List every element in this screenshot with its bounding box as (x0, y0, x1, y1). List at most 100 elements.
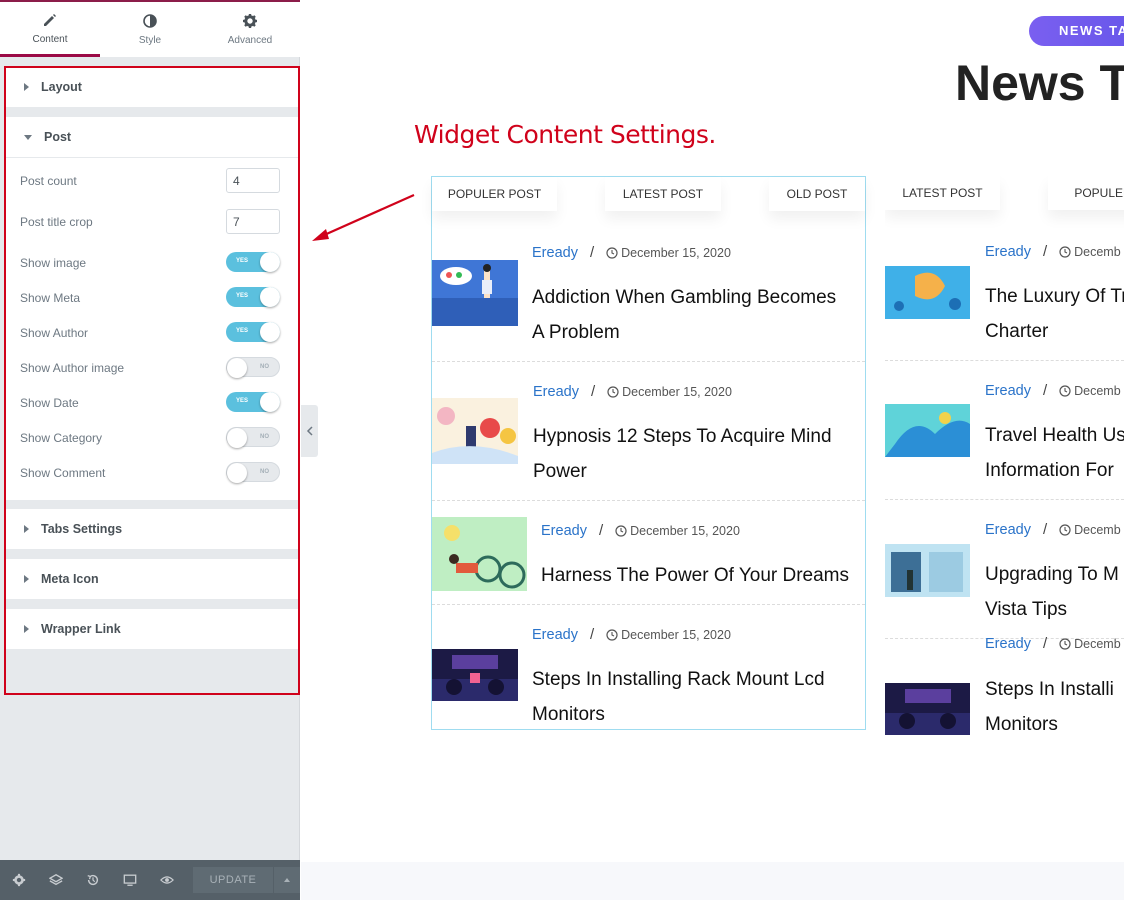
switch-state: YES (236, 328, 249, 334)
tab-content[interactable]: Content (0, 2, 100, 57)
post-author[interactable]: Eready (532, 245, 578, 261)
switch-state: NO (260, 434, 269, 440)
control-show-author-image: Show Author image NO (6, 351, 298, 386)
show-author-switch[interactable]: YES (226, 322, 280, 342)
post-title-line: Upgrading To M (985, 564, 1119, 585)
tab-populer-post[interactable]: POPULER (1048, 176, 1124, 210)
show-meta-switch[interactable]: YES (226, 287, 280, 307)
section-post-header[interactable]: Post (6, 117, 298, 157)
section-meta-icon-header[interactable]: Meta Icon (6, 559, 298, 599)
show-category-switch[interactable]: NO (226, 427, 280, 448)
tab-label: Style (138, 35, 162, 46)
clock-icon (1059, 384, 1071, 397)
post-title[interactable]: The Luxury Of Tr Charter (985, 279, 1124, 349)
post-image (885, 544, 970, 597)
responsive-button[interactable] (111, 860, 148, 900)
post-title[interactable]: Upgrading To M Vista Tips (985, 557, 1119, 627)
post-item: Eready / Decemb The Luxury Of Tr Charter (885, 223, 1124, 361)
post-author[interactable]: Eready (985, 383, 1031, 399)
post-item: Eready / December 15, 2020 Addiction Whe… (432, 224, 865, 362)
post-date: Decemb (1074, 244, 1121, 259)
update-button[interactable]: UPDATE (193, 867, 273, 893)
post-title-line: Information For (985, 460, 1114, 481)
control-show-image: Show image YES (6, 246, 298, 281)
section-tabs-settings-header[interactable]: Tabs Settings (6, 509, 298, 549)
tab-latest-post[interactable]: LATEST POST (605, 177, 721, 211)
post-controls: Post count Post title crop Show image YE… (6, 157, 298, 491)
editor-panel: Content Style Advanced Layout Post Post … (0, 0, 300, 900)
history-button[interactable] (74, 860, 111, 900)
post-thumbnail[interactable] (432, 649, 518, 701)
post-thumbnail[interactable] (432, 517, 527, 591)
clock-icon (606, 628, 618, 641)
tab-old-post[interactable]: OLD POST (769, 177, 865, 211)
tab-label: Advanced (227, 35, 273, 46)
post-meta: Eready / December 15, 2020 (533, 383, 732, 400)
pencil-icon (44, 13, 56, 26)
post-title-line: Vista Tips (985, 599, 1068, 620)
control-show-comment: Show Comment NO (6, 456, 298, 491)
control-label: Show image (20, 256, 87, 270)
tab-latest-post[interactable]: LATEST POST (885, 176, 1000, 210)
post-author[interactable]: Eready (532, 627, 578, 643)
tab-advanced[interactable]: Advanced (200, 2, 300, 57)
post-thumbnail[interactable] (432, 398, 518, 464)
section-wrapper-link: Wrapper Link (6, 609, 298, 649)
post-thumbnail[interactable] (885, 266, 970, 319)
tab-style[interactable]: Style (100, 2, 200, 57)
tab-label: Content (32, 33, 68, 45)
gear-icon (12, 873, 25, 887)
post-date: Decemb (1074, 522, 1121, 537)
post-author[interactable]: Eready (985, 522, 1031, 538)
post-title[interactable]: Hypnosis 12 Steps To Acquire Mind Power (533, 419, 832, 489)
post-title-crop-input[interactable] (226, 209, 280, 234)
half-circle-icon (143, 14, 157, 28)
post-meta: Eready / December 15, 2020 (541, 522, 740, 539)
switch-state: YES (236, 258, 249, 264)
clock-icon (606, 246, 618, 259)
clock-icon (607, 385, 619, 398)
post-thumbnail[interactable] (885, 404, 970, 457)
show-comment-switch[interactable]: NO (226, 462, 280, 483)
collapse-panel-button[interactable] (301, 405, 318, 457)
post-title[interactable]: Addiction When Gambling Becomes A Proble… (532, 280, 836, 350)
switch-state: NO (260, 364, 269, 370)
canvas-footer-strip (301, 862, 1124, 900)
update-options-button[interactable] (274, 867, 300, 893)
post-meta: Eready / December 15, 2020 (532, 626, 731, 643)
post-author[interactable]: Eready (985, 636, 1031, 652)
switch-state: YES (236, 398, 249, 404)
preview-button[interactable] (148, 860, 185, 900)
post-item: Eready / Decemb Travel Health Us Informa… (885, 361, 1124, 500)
post-title[interactable]: Harness The Power Of Your Dreams (541, 558, 849, 593)
post-title-line: Monitors (532, 704, 605, 725)
meta-separator: / (589, 244, 595, 261)
post-title[interactable]: Steps In Installi Monitors (985, 672, 1114, 742)
post-thumbnail[interactable] (432, 260, 518, 326)
post-title[interactable]: Travel Health Us Information For (985, 418, 1124, 488)
section-layout-header[interactable]: Layout (6, 67, 298, 107)
control-show-meta: Show Meta YES (6, 281, 298, 316)
tab-populer-post[interactable]: POPULER POST (432, 177, 557, 211)
show-image-switch[interactable]: YES (226, 252, 280, 272)
post-author[interactable]: Eready (533, 384, 579, 400)
post-thumbnail[interactable] (885, 544, 970, 597)
section-title: Meta Icon (41, 572, 99, 586)
show-date-switch[interactable]: YES (226, 392, 280, 412)
switch-knob (227, 358, 247, 378)
show-author-image-switch[interactable]: NO (226, 357, 280, 378)
post-image (432, 260, 518, 326)
panel-tabs: Content Style Advanced (0, 0, 300, 57)
meta-separator: / (1042, 382, 1048, 399)
post-image (432, 517, 527, 591)
post-thumbnail[interactable] (885, 683, 970, 735)
section-wrapper-link-header[interactable]: Wrapper Link (6, 609, 298, 649)
post-author[interactable]: Eready (985, 244, 1031, 260)
post-count-input[interactable] (226, 168, 280, 193)
layers-icon (48, 873, 63, 886)
settings-button[interactable] (0, 860, 37, 900)
navigator-button[interactable] (37, 860, 74, 900)
post-image (885, 404, 970, 457)
post-author[interactable]: Eready (541, 523, 587, 539)
post-title[interactable]: Steps In Installing Rack Mount Lcd Monit… (532, 662, 825, 732)
